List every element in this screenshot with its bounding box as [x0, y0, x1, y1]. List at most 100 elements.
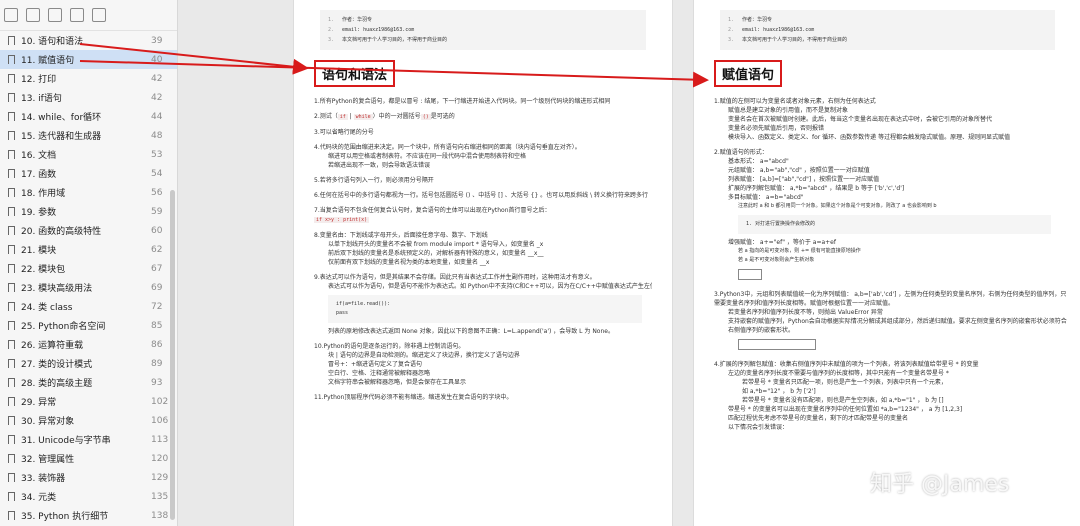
bookmark-icon: [8, 226, 15, 235]
bookmark-icon: [8, 473, 15, 482]
sidebar-item-page: 40: [151, 54, 163, 65]
sidebar-item-label: 28. 类的高级主题: [21, 379, 93, 389]
code-block: if(a=file.read()): pass: [328, 295, 642, 323]
paragraph: 2.测试（ if | while ）中的一对圆括号() 是可选的: [314, 113, 455, 120]
code-line: email: huaxz1986@163.com: [342, 27, 415, 33]
paragraph: 5.若将多行语句列入一行，则必须用分号隔开: [314, 177, 434, 184]
bookmark-icon: [8, 416, 15, 425]
sidebar-item[interactable]: 20. 函数的高级特性 60: [0, 221, 177, 240]
code-line: 作者：华羽专: [342, 17, 373, 23]
note-text: 注意此时 a 和 b 都引用同一个对象。如果这个对象是个可变对象，则改了 a 也…: [738, 203, 937, 209]
sidebar-item-label: 20. 函数的高级特性: [21, 227, 102, 237]
list-item: 块 | 语句的边界是自动检测的。缩进定义了块边界，换行定义了语句边界: [328, 351, 652, 360]
list-item: 表达式可以作为语句，但是语句不能作为表达式。如 Python中不支持(C和C++…: [328, 283, 652, 290]
pdf-page-right: 1. 作者：华羽专 2. email: huaxz1986@163.com 3. 本文…: [693, 0, 1080, 526]
list-item: 扩展的序列解包赋值： a,*b="abcd" ，结果是 b 等于 ['b','c…: [728, 184, 1061, 193]
bookmark-icon: [8, 55, 15, 64]
sidebar-item[interactable]: 21. 模块 62: [0, 240, 177, 259]
bookmark-icon: [8, 302, 15, 311]
note-text: 如 a,*b="12" ， b 为 ['2']: [742, 388, 816, 395]
sidebar-item[interactable]: 31. Unicode与字节串 113: [0, 430, 177, 449]
sidebar-item-label: 32. 管理属性: [21, 455, 75, 465]
inline-code-line: if x>y : print(x): [314, 217, 370, 223]
sidebar-item[interactable]: 26. 运算符重载 86: [0, 335, 177, 354]
sidebar-item[interactable]: 25. Python命名空间 85: [0, 316, 177, 335]
sidebar-scrollbar[interactable]: [170, 190, 175, 520]
paragraph: 4.扩展的序列解包赋值：收集右侧值序列中未赋值的项为一个列表，将该列表赋值给带星…: [714, 361, 979, 368]
sidebar-item[interactable]: 33. 装饰器 129: [0, 468, 177, 487]
sidebar-item-page: 54: [151, 168, 163, 179]
sidebar-item-label: 15. 迭代器和生成器: [21, 132, 102, 142]
bookmark-icon: [8, 188, 15, 197]
header-code-block: 1. 作者：华羽专 2. email: huaxz1986@163.com 3. 本文…: [320, 10, 646, 50]
sidebar-item-label: 14. while、for循环: [21, 113, 102, 123]
sidebar-item[interactable]: 35. Python 执行细节 138: [0, 506, 177, 525]
sidebar-item-page: 53: [151, 149, 163, 160]
sidebar-item[interactable]: 23. 模块高级用法 69: [0, 278, 177, 297]
sidebar-item-label: 24. 类 class: [21, 303, 73, 313]
sidebar-item-page: 42: [151, 92, 163, 103]
list-item: 以下情况会引发错误：: [728, 423, 1061, 432]
sidebar-item[interactable]: 14. while、for循环 44: [0, 107, 177, 126]
sidebar-item[interactable]: 34. 元类 135: [0, 487, 177, 506]
add-bookmark-icon[interactable]: [70, 8, 84, 22]
thumbnail-icon[interactable]: [4, 8, 18, 22]
paragraph: 3.可以省略行尾的分号: [314, 129, 374, 136]
list-item: 左边的变量名序列长度不需要与值序列的长度相等，其中只能有一个变量名带星号 *: [728, 369, 1061, 378]
sidebar-item[interactable]: 27. 类的设计模式 89: [0, 354, 177, 373]
sidebar-item[interactable]: 10. 语句和语法 39: [0, 31, 177, 50]
list-item: 前后双下划线的变量名是系统预定义的，对解析器有特殊的意义，如变量名 __x__: [328, 249, 652, 258]
sidebar-item-label: 12. 打印: [21, 75, 57, 85]
sidebar-item-label: 25. Python命名空间: [21, 322, 106, 332]
sidebar-item[interactable]: 32. 管理属性 120: [0, 449, 177, 468]
list-item: 多目标赋值： a=b="abcd": [728, 193, 1061, 202]
sidebar-item[interactable]: 15. 迭代器和生成器 48: [0, 126, 177, 145]
bookmark-icon: [8, 397, 15, 406]
sidebar-item[interactable]: 24. 类 class 72: [0, 297, 177, 316]
sidebar-item[interactable]: 30. 异常对象 106: [0, 411, 177, 430]
sidebar-item[interactable]: 22. 模块包 67: [0, 259, 177, 278]
sidebar-item[interactable]: 16. 文档 53: [0, 145, 177, 164]
sidebar-item[interactable]: 12. 打印 42: [0, 69, 177, 88]
paragraph: 1.赋值的左侧可以为变量名或者对象元素，右侧为任何表达式: [714, 98, 876, 105]
sidebar-item-label: 18. 作用域: [21, 189, 66, 199]
paragraph: 3.Python3中，元组和列表赋值统一化为序列赋值： a,b=['ab','c…: [714, 291, 1067, 307]
list-item: 仅前面有双下划线的变量名视为类的本地变量，如变量名 __x: [328, 258, 652, 267]
sidebar-item[interactable]: 19. 参数 59: [0, 202, 177, 221]
bookmark-icon: [8, 131, 15, 140]
sidebar-item[interactable]: 18. 作用域 56: [0, 183, 177, 202]
bookmark-icon: [8, 435, 15, 444]
sidebar-item-label: 17. 函数: [21, 170, 57, 180]
list-item: 增强赋值： a+="ef" ，等价于 a=a+ef: [728, 238, 1061, 247]
code-line: 作者：华羽专: [742, 17, 773, 23]
list-item: 若缩进出现不一致，则会导致语法错误: [328, 161, 652, 170]
list-item: 支持嵌套的赋值序列，Python会自动根据实际情况分解成其组成部分，然后递归赋值…: [728, 317, 1071, 335]
list-item: 变量名必须先赋值后引用，否则报错: [728, 124, 1061, 133]
sidebar-item[interactable]: 11. 赋值语句 40: [0, 50, 177, 69]
bookmark-icon: [8, 454, 15, 463]
bookmark-settings-icon[interactable]: [92, 8, 106, 22]
list-item: 赋值总是建立对象的引用值，而不是复制对象: [728, 106, 1061, 115]
paragraph: 1.所有Python的复合语句，都是以冒号 : 结尾，下一行缩进开始进入代码块。…: [314, 98, 611, 105]
sidebar-item[interactable]: 29. 异常 102: [0, 392, 177, 411]
sidebar-item-label: 26. 运算符重载: [21, 341, 84, 351]
note-text: 若 a 是不可变对象则会产生新对象: [738, 257, 815, 263]
paragraph: 11.Python顶层程序代码必须不能有缩进。缩进发生在复合语句的字块中。: [314, 394, 513, 401]
sidebar-item-label: 11. 赋值语句: [21, 56, 75, 66]
bookmark-icon: [8, 264, 15, 273]
paragraph: 2.赋值语句的形式：: [714, 149, 768, 156]
sidebar-item[interactable]: 28. 类的高级主题 93: [0, 373, 177, 392]
list-item: 空白行、空格、注释通常被解释器忽略: [328, 369, 652, 378]
sidebar-item-label: 16. 文档: [21, 151, 57, 161]
code-line: 本文档可用于个人学习目的，不得用于商业目的: [742, 37, 848, 43]
sidebar-item-page: 42: [151, 73, 163, 84]
sidebar-item-label: 34. 元类: [21, 493, 57, 503]
pdf-page-left: 1. 作者：华羽专 2. email: huaxz1986@163.com 3. 本文…: [293, 0, 673, 526]
sidebar-item-label: 23. 模块高级用法: [21, 284, 93, 294]
list-item: 列表的原地修改表达式返回 None 对象，因此以下的意图不正确：L=L.appe…: [328, 327, 652, 336]
collapse-icon[interactable]: [26, 8, 40, 22]
sidebar-item[interactable]: 13. if语句 42: [0, 88, 177, 107]
sidebar-item[interactable]: 17. 函数 54: [0, 164, 177, 183]
section-title: 语句和语法: [314, 60, 396, 87]
expand-icon[interactable]: [48, 8, 62, 22]
